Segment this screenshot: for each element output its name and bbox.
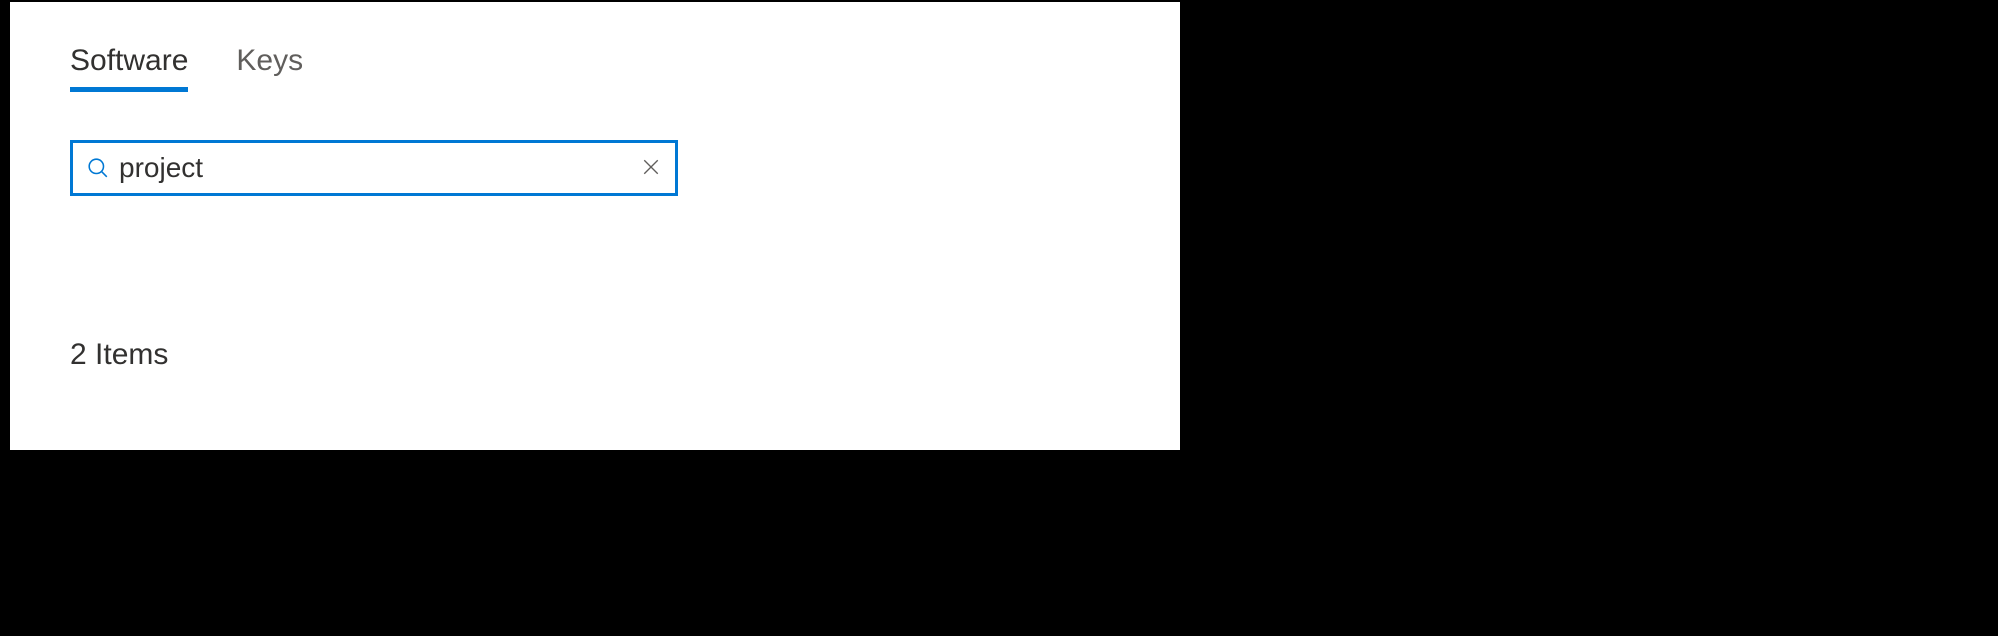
- search-box[interactable]: [70, 140, 678, 196]
- search-input[interactable]: [119, 152, 641, 184]
- tab-label: Keys: [236, 44, 303, 77]
- content-area: Software Keys: [10, 2, 1180, 412]
- content-panel: Software Keys: [8, 0, 1182, 452]
- results-count-label: 2 Items: [70, 338, 168, 371]
- search-icon: [87, 157, 109, 179]
- results-count: 2 Items: [70, 338, 1120, 372]
- clear-search-button[interactable]: [641, 158, 661, 178]
- tab-label: Software: [70, 44, 188, 77]
- tab-software[interactable]: Software: [70, 44, 188, 88]
- tab-keys[interactable]: Keys: [236, 44, 303, 88]
- tabs-container: Software Keys: [70, 44, 1120, 88]
- close-icon: [642, 158, 660, 179]
